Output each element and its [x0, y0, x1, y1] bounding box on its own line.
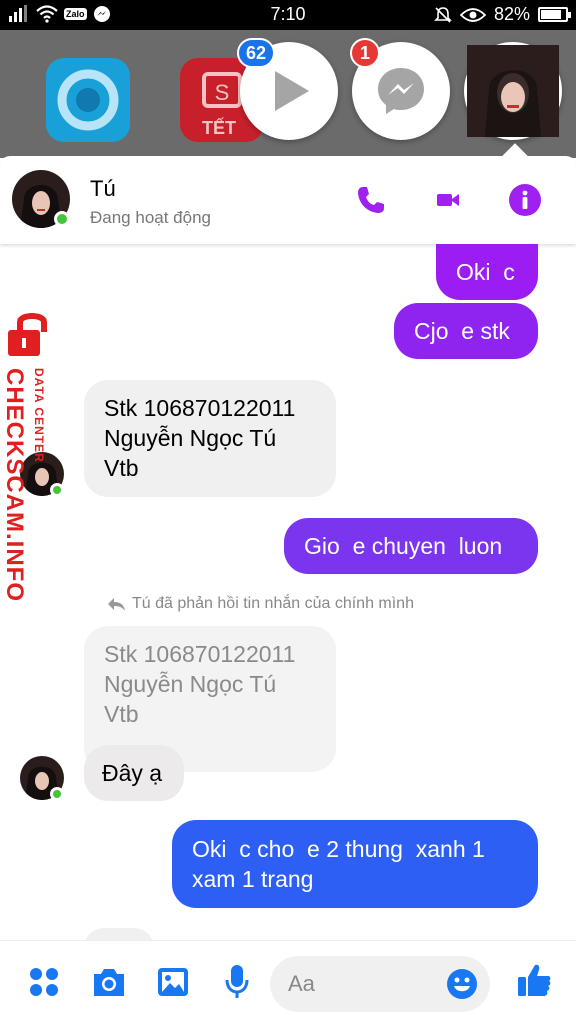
contact-status: Đang hoạt động — [90, 208, 211, 227]
message-input-box[interactable] — [270, 956, 490, 1012]
contact-name: Tú — [90, 176, 116, 201]
status-right-icons: 82% — [434, 4, 571, 25]
svg-text:S: S — [215, 80, 230, 105]
chat-header — [0, 156, 576, 244]
video-head-badge: 62 — [237, 38, 276, 68]
online-indicator — [50, 483, 64, 497]
call-button[interactable] — [356, 185, 386, 220]
message-incoming[interactable]: Đây ạ — [84, 745, 184, 801]
thumbs-up-icon — [518, 964, 551, 996]
eye-icon — [459, 7, 486, 22]
contact-head[interactable] — [464, 42, 562, 140]
message-outgoing[interactable]: Oki c cho e 2 thung xanh 1 xam 1 trang — [172, 820, 538, 908]
messenger-logo-icon — [378, 68, 424, 114]
image-icon — [158, 968, 188, 996]
mute-icon — [434, 6, 452, 23]
watermark-main: CHECKSCAM.INFO — [1, 368, 28, 602]
microphone-icon — [225, 965, 249, 998]
messenger-head-badge: 1 — [350, 38, 380, 68]
message-outgoing[interactable]: Gio e chuyen luon — [284, 518, 538, 574]
shopee-tet-label: TẾT — [202, 118, 236, 138]
watermark: CHECKSCAM.INFO DATA CENTER — [1, 368, 46, 602]
watermark-sub: DATA CENTER — [32, 368, 46, 463]
more-actions-button[interactable] — [28, 966, 60, 1003]
message-outgoing[interactable]: Oki c — [436, 244, 538, 300]
phone-icon — [358, 187, 384, 213]
info-button[interactable] — [508, 183, 542, 222]
info-icon — [509, 184, 541, 216]
like-button[interactable] — [516, 962, 552, 1003]
battery-percent: 82% — [493, 4, 530, 24]
video-camera-icon — [437, 194, 459, 206]
reply-note: Tú đã phản hồi tin nhắn của chính mình — [106, 595, 414, 613]
gallery-button[interactable] — [156, 966, 190, 1003]
battery-level — [541, 10, 561, 19]
voice-button[interactable] — [224, 964, 250, 1005]
message-incoming[interactable]: Stk 106870122011 Nguyễn Ngọc Tú Vtb — [84, 380, 336, 497]
emoji-icon[interactable] — [446, 968, 478, 1000]
battery-icon — [538, 7, 571, 22]
lock-icon — [8, 313, 47, 356]
video-call-button[interactable] — [436, 190, 460, 215]
message-outgoing[interactable]: Cjo e stk — [394, 303, 538, 359]
contact-photo-icon — [467, 45, 559, 137]
reply-note-text: Tú đã phản hồi tin nhắn của chính mình — [132, 595, 414, 612]
camera-button[interactable] — [90, 966, 128, 1003]
blue-app-icon — [46, 58, 130, 142]
camera-icon — [94, 969, 124, 996]
reply-arrow-icon — [108, 598, 125, 611]
message-input[interactable] — [288, 968, 438, 1000]
play-icon — [275, 71, 309, 111]
messenger-screen: Zalo 7:10 82% S TẾT 62 1 Tú Đang hoạt độ… — [0, 0, 576, 1024]
grid-dots-icon — [30, 968, 58, 996]
online-indicator — [50, 787, 64, 801]
status-bar: Zalo 7:10 82% — [0, 0, 576, 30]
online-indicator — [54, 211, 70, 227]
